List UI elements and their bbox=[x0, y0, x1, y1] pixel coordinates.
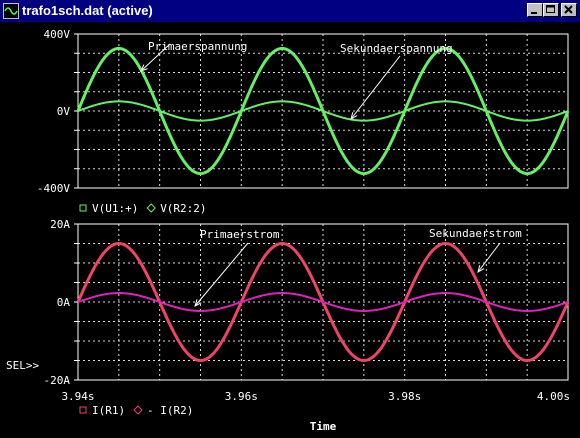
legend-entry[interactable]: V(R2:2) bbox=[160, 202, 206, 215]
y-tick-label: -20A bbox=[44, 374, 71, 387]
close-button[interactable] bbox=[561, 3, 577, 17]
legend-marker-square bbox=[79, 204, 87, 212]
x-tick-label: 3.98s bbox=[388, 390, 421, 403]
annotation-arrow bbox=[350, 55, 401, 120]
y-tick-label: 0A bbox=[57, 296, 71, 309]
minimize-icon bbox=[531, 12, 537, 14]
legend-marker-diamond bbox=[146, 203, 156, 213]
y-tick-label: 20A bbox=[50, 218, 70, 231]
window-title: trafo1sch.dat (active) bbox=[22, 3, 153, 18]
annotation-label: Primaerstrom bbox=[200, 228, 280, 241]
x-tick-label: 3.94s bbox=[61, 390, 94, 403]
x-tick-label: 4.00s bbox=[537, 390, 570, 403]
maximize-icon bbox=[546, 5, 555, 13]
maximize-button[interactable] bbox=[543, 3, 559, 17]
x-tick-label: 3.96s bbox=[225, 390, 258, 403]
annotation-arrow bbox=[194, 242, 249, 307]
y-tick-label: 400V bbox=[44, 28, 71, 41]
probe-app-icon[interactable] bbox=[3, 3, 19, 19]
selection-marker: SEL>> bbox=[6, 359, 39, 372]
annotation-label: Sekundaerstrom bbox=[429, 227, 522, 240]
legend-marker-square bbox=[79, 406, 87, 414]
y-tick-label: 0V bbox=[57, 105, 71, 118]
legend-entry[interactable]: V(U1:+) bbox=[92, 202, 138, 215]
close-icon bbox=[564, 5, 573, 14]
legend-entry[interactable]: I(R1) bbox=[92, 404, 125, 417]
annotation-arrow bbox=[477, 242, 501, 273]
window-titlebar[interactable]: trafo1sch.dat (active) bbox=[0, 0, 580, 22]
minimize-button[interactable] bbox=[527, 3, 543, 17]
legend-entry[interactable]: - I(R2) bbox=[147, 404, 193, 417]
probe-plot-area[interactable]: 400V0V-400V20A0A-20APrimaerspannung Sekun… bbox=[0, 22, 580, 438]
y-tick-label: -400V bbox=[37, 182, 70, 195]
x-axis-label: Time bbox=[310, 420, 337, 433]
legend-marker-diamond bbox=[133, 405, 143, 415]
annotation-label: Sekundaerspannung bbox=[340, 42, 453, 55]
